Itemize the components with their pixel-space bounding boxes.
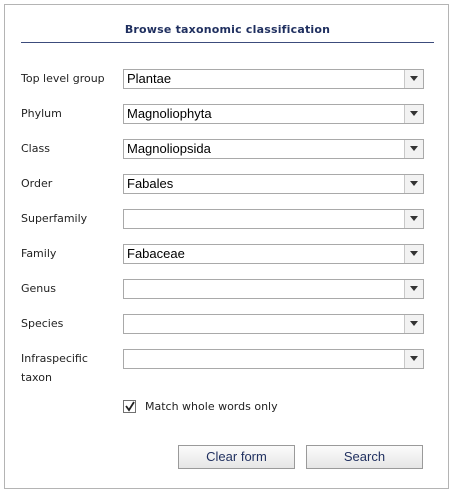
select-value: Magnoliophyta bbox=[127, 106, 212, 121]
select-superfamily[interactable] bbox=[123, 209, 424, 229]
select-value: Fabales bbox=[127, 176, 174, 191]
label-family: Family bbox=[21, 247, 57, 260]
label-phylum: Phylum bbox=[21, 107, 62, 120]
dropdown-button[interactable] bbox=[404, 210, 423, 228]
dropdown-button[interactable] bbox=[404, 315, 423, 333]
select-family[interactable]: Fabaceae bbox=[123, 244, 424, 264]
chevron-down-icon bbox=[410, 286, 418, 291]
chevron-down-icon bbox=[410, 251, 418, 256]
dropdown-button[interactable] bbox=[404, 105, 423, 123]
label-species: Species bbox=[21, 317, 64, 330]
search-button[interactable]: Search bbox=[306, 445, 423, 469]
panel-title: Browse taxonomic classification bbox=[124, 23, 331, 36]
dropdown-button[interactable] bbox=[404, 70, 423, 88]
label-superfamily: Superfamily bbox=[21, 212, 88, 225]
select-class[interactable]: Magnoliopsida bbox=[123, 139, 424, 159]
select-value: Magnoliopsida bbox=[127, 141, 211, 156]
chevron-down-icon bbox=[410, 76, 418, 81]
chevron-down-icon bbox=[410, 321, 418, 326]
dropdown-button[interactable] bbox=[404, 350, 423, 368]
label-genus: Genus bbox=[21, 282, 56, 295]
taxonomy-panel: Browse taxonomic classification Top leve… bbox=[4, 4, 449, 489]
label-line-2: taxon bbox=[21, 371, 52, 384]
select-value: Fabaceae bbox=[127, 246, 185, 261]
match-whole-words-checkbox[interactable] bbox=[123, 400, 136, 413]
dropdown-button[interactable] bbox=[404, 140, 423, 158]
select-infraspecific-taxon[interactable] bbox=[123, 349, 424, 369]
select-species[interactable] bbox=[123, 314, 424, 334]
chevron-down-icon bbox=[410, 146, 418, 151]
chevron-down-icon bbox=[410, 181, 418, 186]
chevron-down-icon bbox=[410, 216, 418, 221]
select-order[interactable]: Fabales bbox=[123, 174, 424, 194]
chevron-down-icon bbox=[410, 111, 418, 116]
check-icon bbox=[125, 401, 135, 412]
select-value: Plantae bbox=[127, 71, 172, 86]
select-phylum[interactable]: Magnoliophyta bbox=[123, 104, 424, 124]
clear-form-button[interactable]: Clear form bbox=[178, 445, 295, 469]
dropdown-button[interactable] bbox=[404, 175, 423, 193]
label-class: Class bbox=[21, 142, 50, 155]
select-genus[interactable] bbox=[123, 279, 424, 299]
label-infraspecific-taxon: Infraspecific taxon bbox=[21, 349, 88, 387]
match-whole-words-label[interactable]: Match whole words only bbox=[145, 399, 278, 414]
label-line-1: Infraspecific bbox=[21, 352, 88, 365]
select-top-level-group[interactable]: Plantae bbox=[123, 69, 424, 89]
chevron-down-icon bbox=[410, 356, 418, 361]
title-divider bbox=[21, 42, 434, 43]
dropdown-button[interactable] bbox=[404, 280, 423, 298]
dropdown-button[interactable] bbox=[404, 245, 423, 263]
label-top-level-group: Top level group bbox=[21, 72, 105, 85]
label-order: Order bbox=[21, 177, 53, 190]
